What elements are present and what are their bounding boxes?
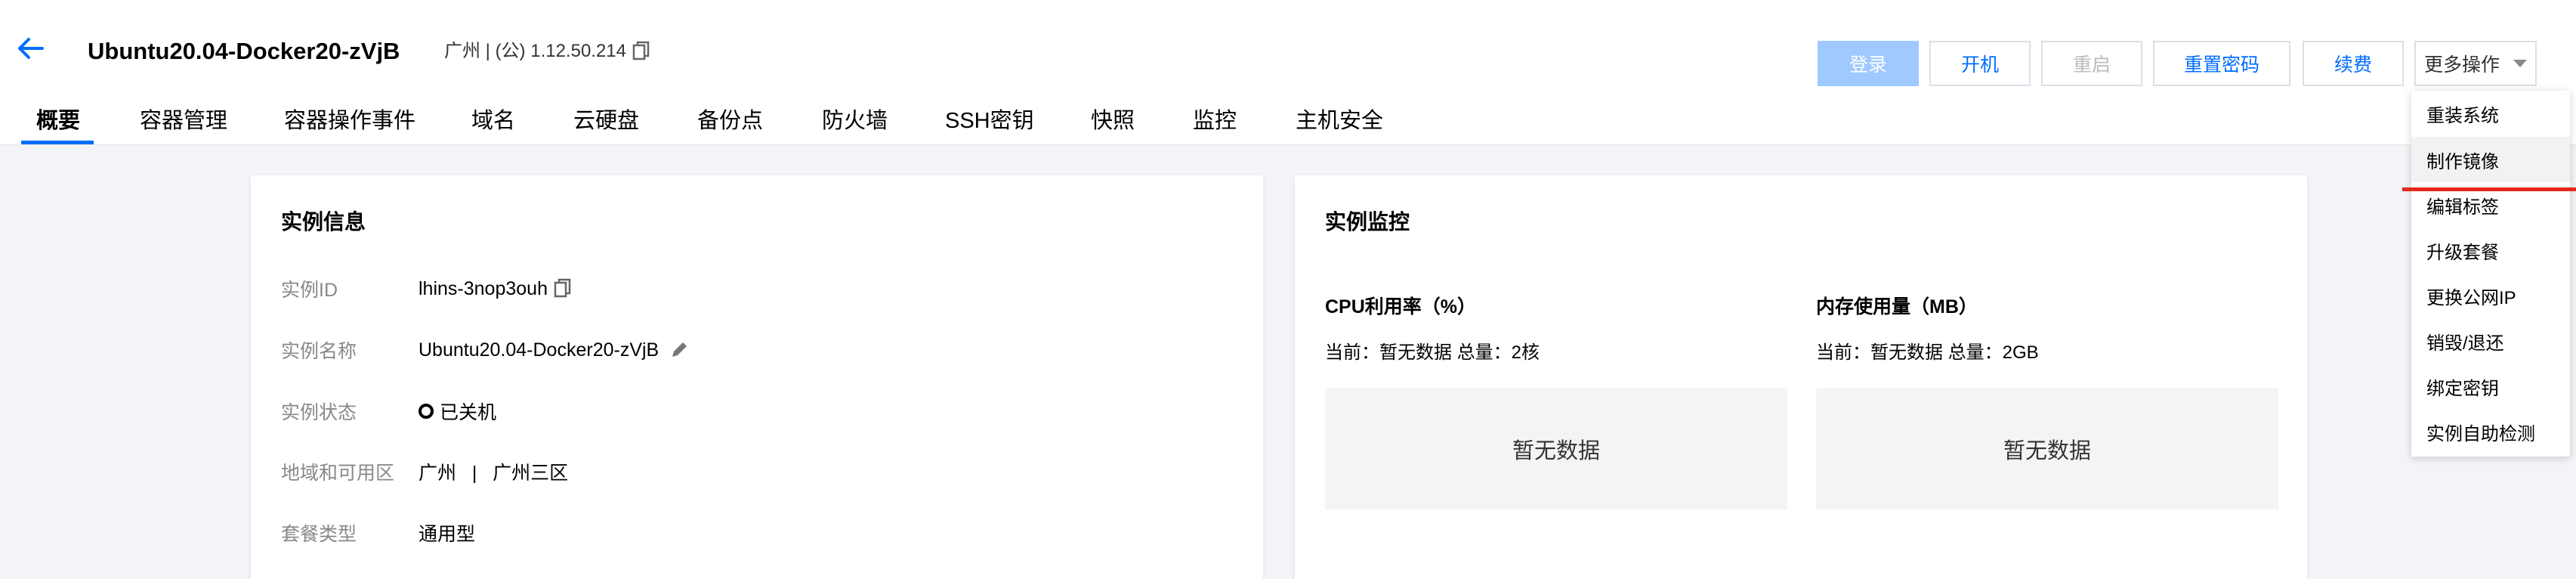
menu-item-destroy[interactable]: 销毁/退还	[2411, 318, 2570, 364]
menu-item-upgrade[interactable]: 升级套餐	[2411, 228, 2570, 273]
tab-domain[interactable]: 域名	[471, 106, 515, 136]
instance-info-title: 实例信息	[281, 210, 366, 234]
annotation-underline	[2402, 187, 2576, 191]
memory-summary: 当前：暂无数据 总量：2GB	[1816, 342, 2039, 363]
instance-header: Ubuntu20.04-Docker20-zVjB 广州 | (公) 1.12.…	[0, 0, 2576, 145]
more-actions-button[interactable]: 更多操作	[2414, 41, 2537, 86]
info-label: 套餐类型	[281, 524, 357, 545]
tab-ssh-key[interactable]: SSH密钥	[945, 106, 1034, 136]
info-value: 通用型	[419, 524, 476, 545]
edit-icon[interactable]	[669, 340, 689, 360]
instance-monitor-card: 实例监控 CPU利用率（%） 当前：暂无数据 总量：2核 暂无数据 内存使用量（…	[1295, 175, 2307, 579]
tab-overview[interactable]: 概要	[36, 106, 80, 136]
memory-chart-empty: 暂无数据	[1816, 389, 2278, 509]
copy-icon[interactable]	[632, 41, 650, 62]
status-off-icon	[419, 404, 434, 419]
region-ip-text: 广州 | (公) 1.12.50.214	[444, 41, 627, 61]
tab-container-events[interactable]: 容器操作事件	[284, 106, 415, 136]
cpu-chart-empty: 暂无数据	[1325, 389, 1787, 509]
tab-backup[interactable]: 备份点	[697, 106, 763, 136]
tab-firewall[interactable]: 防火墙	[822, 106, 888, 136]
info-row-name: 实例名称 Ubuntu20.04-Docker20-zVjB	[281, 335, 689, 365]
info-label: 实例状态	[281, 402, 357, 423]
login-button[interactable]: 登录	[1818, 41, 1919, 86]
instance-monitor-title: 实例监控	[1325, 210, 1410, 234]
instance-info-card: 实例信息 实例ID lhins-3nop3ouh 实例名称 Ubuntu20.0…	[251, 175, 1263, 579]
active-tab-indicator	[21, 141, 94, 144]
menu-item-self-check[interactable]: 实例自助检测	[2411, 409, 2570, 454]
more-actions-menu: 重装系统 制作镜像 编辑标签 升级套餐 更换公网IP 销毁/退还 绑定密钥 实例…	[2411, 91, 2570, 457]
instance-name-text: Ubuntu20.04-Docker20-zVjB	[419, 339, 659, 361]
back-arrow-icon[interactable]	[15, 33, 45, 63]
info-row-id: 实例ID lhins-3nop3ouh	[281, 274, 572, 304]
tab-container-management[interactable]: 容器管理	[140, 106, 227, 136]
instance-id-text: lhins-3nop3ouh	[419, 277, 548, 299]
info-row-status: 实例状态 已关机	[281, 396, 496, 426]
copy-icon[interactable]	[554, 278, 572, 299]
caret-down-icon	[2513, 60, 2527, 67]
renew-button[interactable]: 续费	[2303, 41, 2404, 86]
info-value: 已关机	[419, 398, 496, 425]
info-value: Ubuntu20.04-Docker20-zVjB	[419, 339, 689, 361]
info-label: 实例名称	[281, 341, 357, 362]
status-text: 已关机	[440, 402, 497, 423]
tab-monitor[interactable]: 监控	[1193, 106, 1237, 136]
tab-cloud-disk[interactable]: 云硬盘	[573, 106, 639, 136]
restart-button[interactable]: 重启	[2041, 41, 2142, 86]
memory-empty-text: 暂无数据	[2003, 439, 2091, 463]
reset-password-button[interactable]: 重置密码	[2153, 41, 2290, 86]
menu-item-reinstall[interactable]: 重装系统	[2411, 91, 2570, 136]
info-row-region: 地域和可用区 广州 | 广州三区	[281, 457, 568, 487]
info-label: 地域和可用区	[281, 463, 395, 484]
info-label: 实例ID	[281, 280, 338, 301]
tab-host-security[interactable]: 主机安全	[1296, 106, 1383, 136]
menu-item-create-image[interactable]: 制作镜像	[2411, 137, 2570, 182]
info-value: 广州 | 广州三区	[419, 463, 569, 484]
cpu-title: CPU利用率（%）	[1325, 296, 1477, 317]
info-row-plan: 套餐类型 通用型	[281, 518, 475, 548]
menu-item-bind-key[interactable]: 绑定密钥	[2411, 364, 2570, 409]
cpu-summary: 当前：暂无数据 总量：2核	[1325, 342, 1540, 363]
memory-title: 内存使用量（MB）	[1816, 296, 1978, 317]
menu-item-change-ip[interactable]: 更换公网IP	[2411, 273, 2570, 318]
more-actions-label: 更多操作	[2423, 54, 2500, 76]
region-ip: 广州 | (公) 1.12.50.214	[444, 38, 650, 65]
instance-title: Ubuntu20.04-Docker20-zVjB	[88, 38, 400, 64]
tab-snapshot[interactable]: 快照	[1091, 106, 1135, 136]
power-on-button[interactable]: 开机	[1929, 41, 2031, 86]
info-value: lhins-3nop3ouh	[419, 278, 572, 300]
cpu-empty-text: 暂无数据	[1512, 439, 1600, 463]
